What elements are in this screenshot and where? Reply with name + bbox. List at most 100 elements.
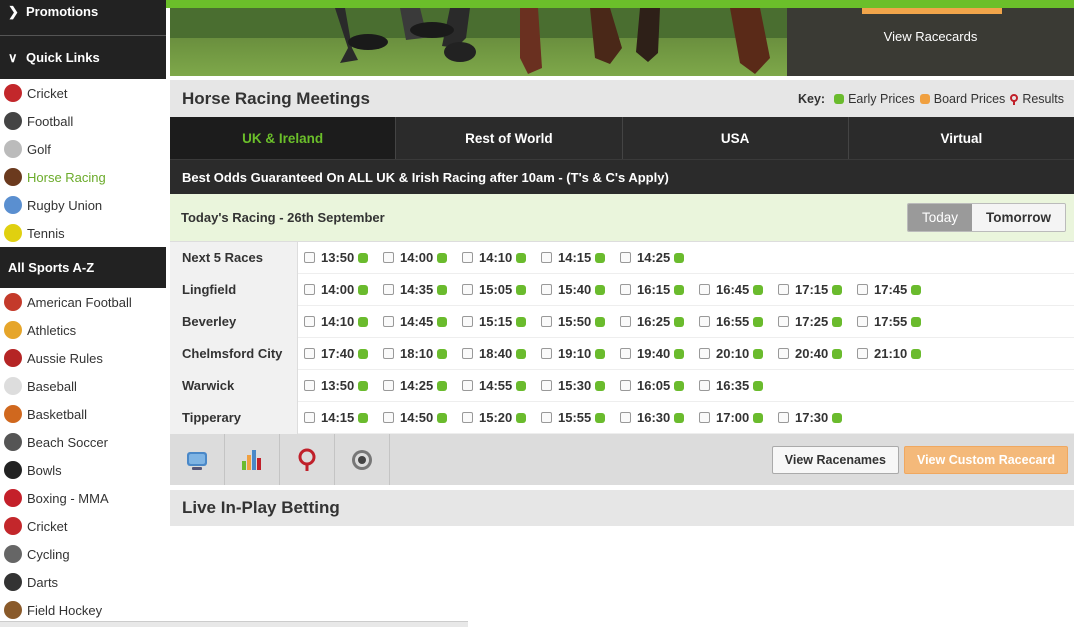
race-time[interactable]: 21:10 [857, 346, 936, 361]
hero-racecards-panel[interactable]: View Racecards [787, 8, 1074, 76]
race-time[interactable]: 16:30 [620, 410, 699, 425]
race-checkbox[interactable] [541, 348, 552, 359]
race-checkbox[interactable] [304, 348, 315, 359]
tab-virtual[interactable]: Virtual [849, 117, 1074, 159]
race-checkbox[interactable] [778, 348, 789, 359]
race-time[interactable]: 20:10 [699, 346, 778, 361]
sidebar-item-cricket[interactable]: Cricket [0, 512, 166, 540]
race-checkbox[interactable] [304, 284, 315, 295]
race-time-label[interactable]: 19:10 [558, 346, 591, 361]
race-checkbox[interactable] [699, 348, 710, 359]
race-time-label[interactable]: 16:25 [637, 314, 670, 329]
race-time-label[interactable]: 21:10 [874, 346, 907, 361]
race-time[interactable]: 15:50 [541, 314, 620, 329]
race-time-label[interactable]: 14:50 [400, 410, 433, 425]
race-time-label[interactable]: 15:05 [479, 282, 512, 297]
race-time-label[interactable]: 15:20 [479, 410, 512, 425]
sidebar-promotions[interactable]: ❯ Promotions [0, 0, 166, 36]
race-time[interactable]: 16:25 [620, 314, 699, 329]
race-time[interactable]: 15:05 [462, 282, 541, 297]
race-time-label[interactable]: 14:10 [479, 250, 512, 265]
race-time-label[interactable]: 16:05 [637, 378, 670, 393]
race-checkbox[interactable] [620, 348, 631, 359]
race-time[interactable]: 14:45 [383, 314, 462, 329]
race-time[interactable]: 17:25 [778, 314, 857, 329]
race-time[interactable]: 16:05 [620, 378, 699, 393]
meeting-name[interactable]: Tipperary [170, 401, 298, 434]
race-checkbox[interactable] [699, 284, 710, 295]
tool-camera[interactable] [335, 434, 390, 485]
race-time[interactable]: 13:50 [304, 250, 383, 265]
hero-cta-button[interactable] [862, 8, 1002, 14]
horizontal-scrollbar[interactable] [0, 621, 468, 627]
race-time[interactable]: 17:15 [778, 282, 857, 297]
race-time[interactable]: 19:40 [620, 346, 699, 361]
race-time-label[interactable]: 15:15 [479, 314, 512, 329]
race-time-label[interactable]: 16:30 [637, 410, 670, 425]
race-time[interactable]: 14:00 [383, 250, 462, 265]
race-time-label[interactable]: 15:55 [558, 410, 591, 425]
race-time[interactable]: 15:20 [462, 410, 541, 425]
race-time-label[interactable]: 20:10 [716, 346, 749, 361]
race-checkbox[interactable] [778, 284, 789, 295]
race-checkbox[interactable] [541, 284, 552, 295]
race-time-label[interactable]: 16:15 [637, 282, 670, 297]
race-time-label[interactable]: 14:00 [321, 282, 354, 297]
tool-results[interactable] [280, 434, 335, 485]
race-time[interactable]: 16:35 [699, 378, 778, 393]
race-checkbox[interactable] [620, 380, 631, 391]
sidebar-all-sports-header[interactable]: All Sports A-Z [0, 247, 166, 288]
meeting-name[interactable]: Warwick [170, 369, 298, 402]
tomorrow-button[interactable]: Tomorrow [972, 204, 1065, 231]
sidebar-item-football[interactable]: Football [0, 107, 166, 135]
meeting-name[interactable]: Lingfield [170, 273, 298, 306]
view-racenames-button[interactable]: View Racenames [771, 445, 899, 474]
race-checkbox[interactable] [304, 316, 315, 327]
race-time[interactable]: 18:10 [383, 346, 462, 361]
tab-uk-ireland[interactable]: UK & Ireland [170, 117, 397, 159]
sidebar-item-basketball[interactable]: Basketball [0, 400, 166, 428]
race-time-label[interactable]: 17:40 [321, 346, 354, 361]
sidebar-item-golf[interactable]: Golf [0, 135, 166, 163]
race-checkbox[interactable] [462, 284, 473, 295]
race-time-label[interactable]: 13:50 [321, 378, 354, 393]
race-time-label[interactable]: 14:35 [400, 282, 433, 297]
tab-usa[interactable]: USA [623, 117, 849, 159]
race-time-label[interactable]: 20:40 [795, 346, 828, 361]
race-time[interactable]: 17:40 [304, 346, 383, 361]
race-time[interactable]: 14:15 [541, 250, 620, 265]
race-time[interactable]: 17:30 [778, 410, 857, 425]
race-time-label[interactable]: 14:10 [321, 314, 354, 329]
best-odds-banner[interactable]: Best Odds Guaranteed On ALL UK & Irish R… [170, 159, 1074, 194]
race-checkbox[interactable] [462, 348, 473, 359]
sidebar-quick-links-header[interactable]: ∨ Quick Links [0, 36, 166, 79]
race-time[interactable]: 15:55 [541, 410, 620, 425]
sidebar-item-darts[interactable]: Darts [0, 568, 166, 596]
race-time-label[interactable]: 17:15 [795, 282, 828, 297]
race-time[interactable]: 17:45 [857, 282, 936, 297]
race-checkbox[interactable] [778, 316, 789, 327]
race-time-label[interactable]: 14:15 [558, 250, 591, 265]
race-time-label[interactable]: 16:55 [716, 314, 749, 329]
race-time[interactable]: 13:50 [304, 378, 383, 393]
race-checkbox[interactable] [620, 316, 631, 327]
tab-rest-of-world[interactable]: Rest of World [396, 117, 623, 159]
sidebar-item-cricket[interactable]: Cricket [0, 79, 166, 107]
race-checkbox[interactable] [620, 412, 631, 423]
race-checkbox[interactable] [304, 252, 315, 263]
race-checkbox[interactable] [462, 380, 473, 391]
race-checkbox[interactable] [383, 252, 394, 263]
race-time-label[interactable]: 15:30 [558, 378, 591, 393]
sidebar-item-aussie-rules[interactable]: Aussie Rules [0, 344, 166, 372]
race-time[interactable]: 17:55 [857, 314, 936, 329]
race-time[interactable]: 14:35 [383, 282, 462, 297]
race-checkbox[interactable] [462, 412, 473, 423]
race-checkbox[interactable] [699, 412, 710, 423]
race-time-label[interactable]: 15:40 [558, 282, 591, 297]
race-checkbox[interactable] [383, 348, 394, 359]
race-checkbox[interactable] [541, 380, 552, 391]
race-checkbox[interactable] [857, 348, 868, 359]
race-time-label[interactable]: 17:45 [874, 282, 907, 297]
race-time[interactable]: 16:15 [620, 282, 699, 297]
race-checkbox[interactable] [857, 316, 868, 327]
